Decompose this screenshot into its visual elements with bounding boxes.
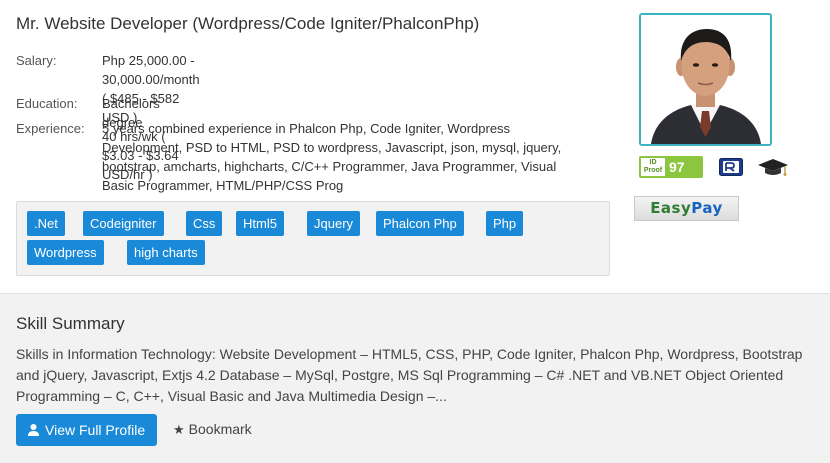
tag-dotnet[interactable]: .Net [27, 211, 65, 236]
bookmark-link[interactable]: ★ Bookmark [173, 421, 252, 438]
star-icon: ★ [173, 422, 185, 437]
experience-label: Experience: [16, 121, 85, 136]
tag-php[interactable]: Php [486, 211, 524, 236]
tag-phalcon-php[interactable]: Phalcon Php [376, 211, 464, 236]
bookmark-label: Bookmark [188, 421, 252, 437]
tag-wordpress[interactable]: Wordpress [27, 240, 104, 265]
id-proof-score: 97 [669, 159, 685, 175]
experience-line: 5 years combined experience in Phalcon P… [102, 121, 511, 136]
r-badge-icon[interactable] [719, 158, 743, 176]
tag-css[interactable]: Css [186, 211, 223, 236]
profile-photo[interactable] [639, 13, 772, 146]
user-icon [28, 424, 39, 436]
tag-html5[interactable]: Html5 [236, 211, 284, 236]
easypay-pay: Pay [691, 199, 723, 217]
view-full-profile-label: View Full Profile [45, 422, 146, 438]
tag-codeigniter[interactable]: Codeigniter [83, 211, 164, 236]
experience-value: 5 years combined experience in Phalcon P… [102, 119, 622, 195]
graduation-cap-icon[interactable] [757, 156, 789, 178]
experience-line: bootstrap, amcharts, highcharts, C/C++ P… [102, 159, 557, 174]
education-label: Education: [16, 96, 78, 111]
badge-row: ID Proof 97 [639, 156, 799, 180]
easypay-badge[interactable]: EasyPay [634, 196, 739, 221]
tag-jquery[interactable]: Jquery [307, 211, 361, 236]
view-full-profile-button[interactable]: View Full Profile [16, 414, 157, 446]
profile-card: Mr. Website Developer (Wordpress/Code Ig… [0, 0, 830, 293]
skill-tags: .Net Codeigniter Css Html5 Jquery Phalco… [16, 201, 610, 276]
salary-label: Salary: [16, 53, 57, 68]
skill-summary-title: Skill Summary [16, 314, 125, 333]
skill-summary-section: Skill Summary Skills in Information Tech… [0, 293, 830, 463]
job-title[interactable]: Mr. Website Developer (Wordpress/Code Ig… [16, 14, 479, 34]
tag-high-charts[interactable]: high charts [127, 240, 205, 265]
skill-summary-text: Skills in Information Technology: Websit… [16, 346, 803, 404]
id-proof-badge-icon[interactable]: ID Proof 97 [639, 156, 703, 178]
id-proof-label: ID Proof [641, 158, 665, 176]
experience-line: Development, PSD to HTML, PSD to wordpre… [102, 140, 562, 155]
avatar [641, 15, 770, 144]
easypay-easy: Easy [650, 199, 692, 217]
experience-line: Basic Programmer, HTML/PHP/CSS Prog [102, 178, 344, 193]
